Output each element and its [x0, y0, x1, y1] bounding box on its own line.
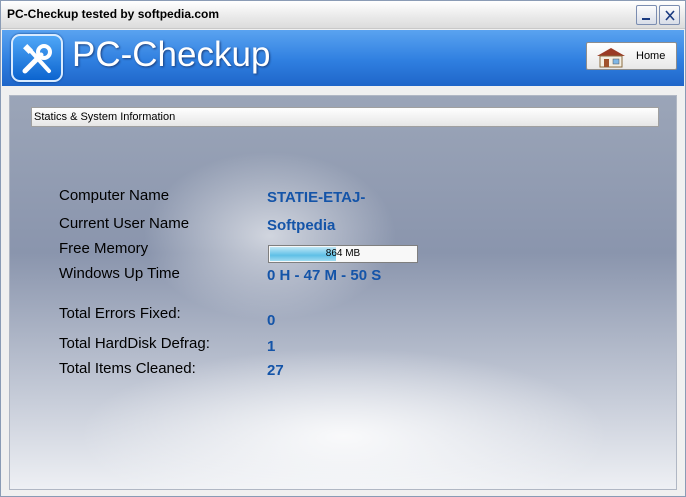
app-header: PC-Checkup Home — [2, 30, 684, 86]
uptime-value: 0 H - 47 M - 50 S — [267, 267, 382, 284]
main-panel: Statics & System Information Computer Na… — [9, 95, 677, 490]
window-title: PC-Checkup tested by softpedia.com — [7, 7, 220, 21]
home-button[interactable]: Home — [586, 42, 677, 70]
user-name-label: Current User Name — [59, 215, 190, 232]
home-button-label: Home — [636, 50, 666, 62]
computer-name-label: Computer Name — [59, 187, 170, 204]
minimize-icon — [642, 18, 650, 20]
user-name-value: Softpedia — [267, 217, 336, 234]
free-memory-label: Free Memory — [59, 240, 149, 257]
items-cleaned-value: 27 — [267, 362, 284, 379]
minimize-button[interactable] — [636, 5, 657, 25]
close-icon — [665, 10, 675, 21]
free-memory-value: 864 MB — [325, 248, 361, 259]
computer-name-value: STATIE-ETAJ- — [267, 189, 366, 206]
app-window: PC-Checkup tested by softpedia.com PC-Ch… — [0, 0, 686, 497]
tools-icon — [22, 44, 52, 74]
title-bar[interactable]: PC-Checkup tested by softpedia.com — [1, 1, 685, 29]
section-header: Statics & System Information — [31, 107, 659, 127]
app-logo — [11, 34, 63, 82]
items-cleaned-label: Total Items Cleaned: — [59, 360, 196, 377]
defrag-label: Total HardDisk Defrag: — [59, 335, 210, 352]
free-memory-bar: 864 MB — [268, 245, 418, 263]
errors-fixed-value: 0 — [267, 312, 276, 329]
home-icon — [597, 48, 625, 68]
app-name: PC-Checkup — [72, 35, 271, 74]
errors-fixed-label: Total Errors Fixed: — [59, 305, 181, 322]
defrag-value: 1 — [267, 338, 276, 355]
uptime-label: Windows Up Time — [59, 265, 180, 282]
section-title: Statics & System Information — [34, 111, 176, 123]
close-button[interactable] — [659, 5, 680, 25]
